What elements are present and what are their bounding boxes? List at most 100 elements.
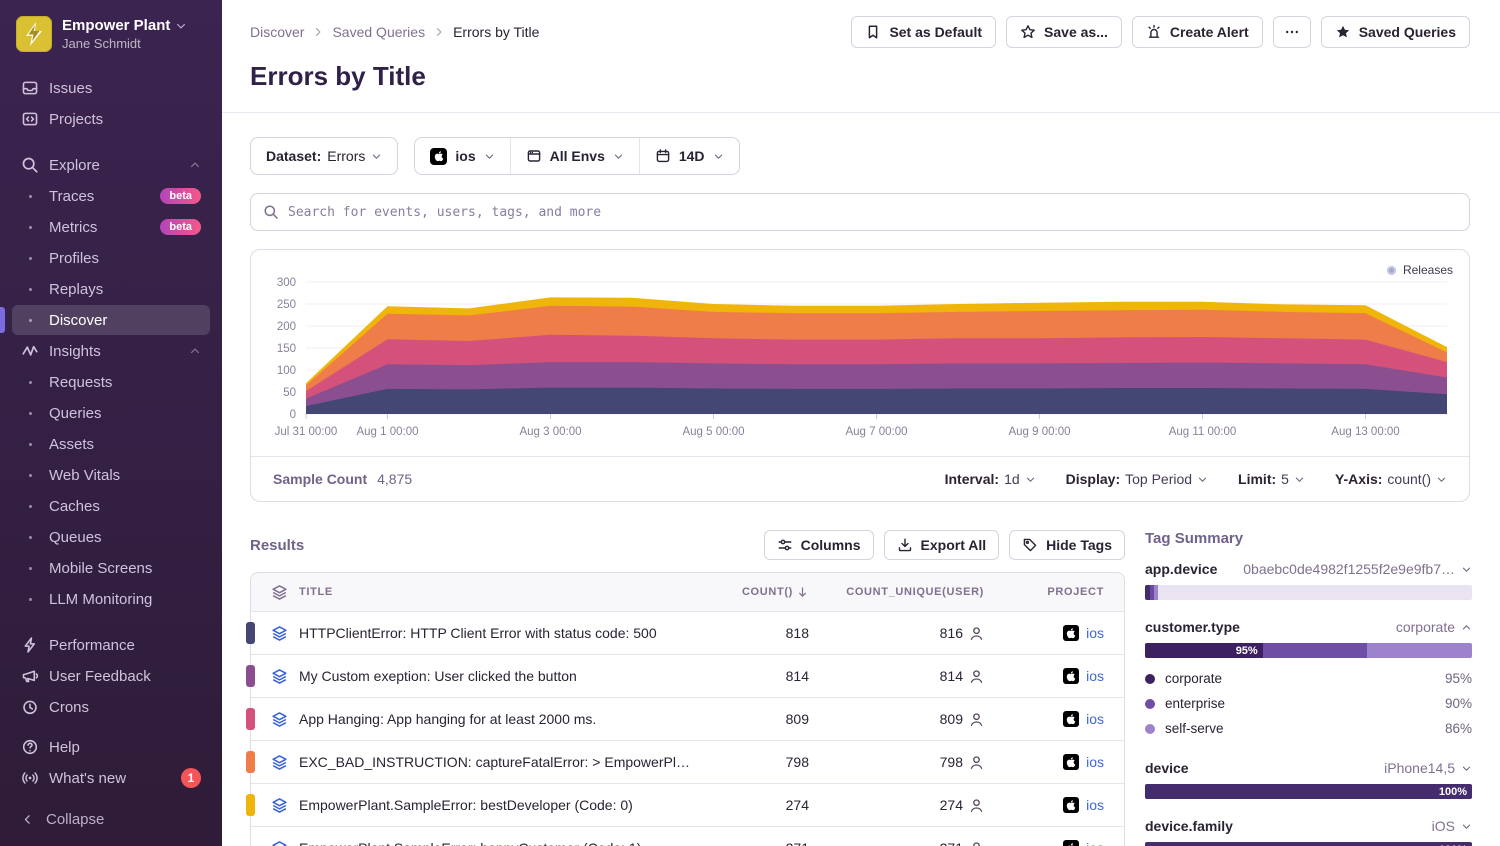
releases-legend[interactable]: Releases (1387, 263, 1453, 277)
bullet-dot (21, 226, 39, 229)
svg-text:Aug 9 00:00: Aug 9 00:00 (1008, 426, 1070, 438)
create-alert-button[interactable]: Create Alert (1132, 16, 1263, 48)
date-range-selector[interactable]: 14D (639, 138, 739, 174)
org-switcher[interactable]: Empower Plant Jane Schmidt (0, 16, 222, 52)
sidebar-section-explore[interactable]: Explore (12, 150, 210, 180)
row-title[interactable]: EmpowerPlant.SampleError: bestDeveloper … (299, 797, 709, 813)
table-row[interactable]: HTTPClientError: HTTP Client Error with … (251, 611, 1124, 654)
project-link[interactable]: ios (1086, 840, 1104, 846)
results-section: Results Columns Export All Hide Tags TIT… (250, 530, 1125, 846)
tag-header[interactable]: customer.type corporate (1145, 619, 1472, 635)
tag-header[interactable]: device.family iOS (1145, 818, 1472, 834)
sidebar-collapse-button[interactable]: Collapse (0, 801, 222, 846)
row-count-unique: 798 (809, 754, 984, 770)
sidebar-item-replays[interactable]: Replays (12, 274, 210, 304)
interval-selector[interactable]: Interval:1d (945, 471, 1036, 487)
sidebar-item-whats-new[interactable]: What's new1 (12, 763, 210, 793)
row-title[interactable]: My Custom exeption: User clicked the but… (299, 668, 709, 684)
breadcrumb-saved-queries[interactable]: Saved Queries (332, 24, 425, 40)
sidebar-item-performance[interactable]: Performance (12, 630, 210, 660)
chevron-up-icon (189, 345, 201, 357)
export-all-button[interactable]: Export All (884, 530, 1000, 560)
sidebar-item-crons[interactable]: Crons (12, 692, 210, 722)
sidebar-item-metrics[interactable]: Metricsbeta (12, 212, 210, 242)
row-title[interactable]: App Hanging: App hanging for at least 20… (299, 711, 709, 727)
sidebar-item-issues[interactable]: Issues (12, 73, 210, 103)
sidebar-item-discover[interactable]: Discover (12, 305, 210, 335)
col-project: PROJECT (984, 586, 1104, 598)
sidebar-item-requests[interactable]: Requests (12, 367, 210, 397)
save-as-button[interactable]: Save as... (1006, 16, 1122, 48)
hide-tags-button[interactable]: Hide Tags (1009, 530, 1125, 560)
notification-badge: 1 (181, 768, 201, 788)
project-link[interactable]: ios (1086, 711, 1104, 727)
table-row[interactable]: EmpowerPlant.SampleError: happyCustomer … (251, 826, 1124, 846)
bullet-dot (21, 505, 39, 508)
table-row[interactable]: EmpowerPlant.SampleError: bestDeveloper … (251, 783, 1124, 826)
apple-icon (1063, 625, 1079, 641)
sidebar-item-assets[interactable]: Assets (12, 429, 210, 459)
project-link[interactable]: ios (1086, 625, 1104, 641)
display-selector[interactable]: Display:Top Period (1066, 471, 1208, 487)
tag-icon (1022, 537, 1038, 553)
row-title[interactable]: EmpowerPlant.SampleError: happyCustomer … (299, 840, 709, 846)
search-input[interactable] (288, 205, 1457, 220)
help-icon (21, 738, 39, 756)
limit-selector[interactable]: Limit:5 (1238, 471, 1305, 487)
series-color-chip (246, 708, 255, 730)
sidebar-item-profiles[interactable]: Profiles (12, 243, 210, 273)
tag-header[interactable]: device iPhone14,5 (1145, 760, 1472, 776)
tag-header[interactable]: app.device 0baebc0de4982f1255f2e9e9fb7… (1145, 561, 1472, 577)
sidebar-item-queues[interactable]: Queues (12, 522, 210, 552)
sidebar-section-insights[interactable]: Insights (12, 336, 210, 366)
row-title[interactable]: EXC_BAD_INSTRUCTION: captureFatalError: … (299, 754, 709, 770)
row-project: ios (984, 797, 1104, 813)
sidebar: Empower Plant Jane Schmidt IssuesProject… (0, 0, 222, 846)
star-icon (1020, 24, 1036, 40)
sidebar-item-caches[interactable]: Caches (12, 491, 210, 521)
row-title[interactable]: HTTPClientError: HTTP Client Error with … (299, 625, 709, 641)
set-as-default-button[interactable]: Set as Default (851, 16, 996, 48)
project-link[interactable]: ios (1086, 754, 1104, 770)
sidebar-item-traces[interactable]: Tracesbeta (12, 181, 210, 211)
project-link[interactable]: ios (1086, 797, 1104, 813)
table-row[interactable]: App Hanging: App hanging for at least 20… (251, 697, 1124, 740)
chevron-up-icon (189, 159, 201, 171)
sidebar-item-web-vitals[interactable]: Web Vitals (12, 460, 210, 490)
breadcrumb-discover[interactable]: Discover (250, 24, 304, 40)
project-link[interactable]: ios (1086, 668, 1104, 684)
apple-icon (1063, 754, 1079, 770)
tag-distribution-bar[interactable] (1145, 585, 1472, 600)
tag-distribution-bar[interactable]: 100% (1145, 784, 1472, 799)
sidebar-item-llm-monitoring[interactable]: LLM Monitoring (12, 584, 210, 614)
table-row[interactable]: EXC_BAD_INSTRUCTION: captureFatalError: … (251, 740, 1124, 783)
sidebar-item-user-feedback[interactable]: User Feedback (12, 661, 210, 691)
chevron-up-icon (1461, 622, 1472, 633)
svg-text:0: 0 (290, 409, 296, 421)
sidebar-item-help[interactable]: Help (12, 732, 210, 762)
tag-distribution-bar[interactable]: 95% (1145, 643, 1472, 658)
chevron-down-icon (175, 20, 187, 32)
sidebar-item-mobile-screens[interactable]: Mobile Screens (12, 553, 210, 583)
siren-icon (1146, 24, 1162, 40)
columns-button[interactable]: Columns (764, 530, 874, 560)
svg-text:Aug 7 00:00: Aug 7 00:00 (845, 426, 907, 438)
clock-icon (21, 698, 39, 716)
col-count[interactable]: COUNT() (709, 586, 809, 599)
more-options-button[interactable] (1273, 16, 1311, 48)
bullet-dot (21, 412, 39, 415)
chart-panel: Releases 050100150200250300Jul 31 00:00A… (250, 249, 1470, 502)
sidebar-item-projects[interactable]: Projects (12, 104, 210, 134)
saved-queries-button[interactable]: Saved Queries (1321, 16, 1470, 48)
dataset-selector[interactable]: Dataset: Errors (250, 137, 398, 175)
svg-text:Aug 5 00:00: Aug 5 00:00 (682, 426, 744, 438)
project-selector[interactable]: ios (415, 138, 509, 174)
yaxis-selector[interactable]: Y-Axis:count() (1335, 471, 1447, 487)
download-icon (897, 537, 913, 553)
environment-selector[interactable]: All Envs (510, 138, 639, 174)
sidebar-item-queries[interactable]: Queries (12, 398, 210, 428)
page-header: Discover Saved Queries Errors by Title S… (222, 0, 1500, 113)
table-row[interactable]: My Custom exeption: User clicked the but… (251, 654, 1124, 697)
svg-text:100: 100 (277, 365, 296, 377)
tag-distribution-bar[interactable]: 100% (1145, 842, 1472, 846)
